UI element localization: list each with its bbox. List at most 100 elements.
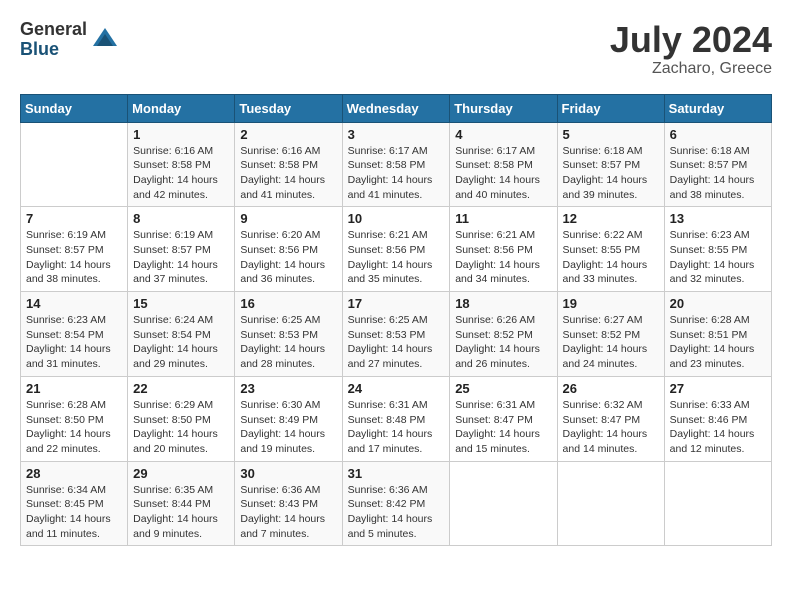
col-wednesday: Wednesday (342, 94, 450, 122)
day-info: Sunrise: 6:24 AMSunset: 8:54 PMDaylight:… (133, 313, 229, 372)
day-info: Sunrise: 6:31 AMSunset: 8:48 PMDaylight:… (348, 398, 445, 457)
day-number: 24 (348, 381, 445, 396)
location: Zacharo, Greece (610, 60, 772, 78)
day-number: 5 (563, 127, 659, 142)
col-friday: Friday (557, 94, 664, 122)
table-row: 2Sunrise: 6:16 AMSunset: 8:58 PMDaylight… (235, 122, 342, 207)
day-info: Sunrise: 6:19 AMSunset: 8:57 PMDaylight:… (26, 228, 122, 287)
day-number: 18 (455, 296, 551, 311)
table-row: 17 Sunrise: 6:25 AMSunset: 8:53 PMDayligh… (342, 292, 450, 377)
logo-general-text: General (20, 20, 87, 40)
day-info: Sunrise: 6:28 AMSunset: 8:51 PMDaylight:… (670, 313, 766, 372)
day-number: 19 (563, 296, 659, 311)
day-number: 6 (670, 127, 766, 142)
day-number: 16 (240, 296, 336, 311)
day-info: Sunrise: 6:30 AMSunset: 8:49 PMDaylight:… (240, 398, 336, 457)
day-info: Sunrise: 6:16 AMSunset: 8:58 PMDaylight:… (240, 144, 336, 203)
table-row: 15 Sunrise: 6:24 AMSunset: 8:54 PMDayligh… (128, 292, 235, 377)
logo-icon (91, 26, 119, 54)
day-number: 27 (670, 381, 766, 396)
table-row: 30 Sunrise: 6:36 AMSunset: 8:43 PMDayligh… (235, 461, 342, 546)
day-info: Sunrise: 6:22 AMSunset: 8:55 PMDaylight:… (563, 228, 659, 287)
table-row: 20 Sunrise: 6:28 AMSunset: 8:51 PMDayligh… (664, 292, 771, 377)
table-row: 3 Sunrise: 6:17 AMSunset: 8:58 PMDaylight… (342, 122, 450, 207)
day-info: Sunrise: 6:32 AMSunset: 8:47 PMDaylight:… (563, 398, 659, 457)
calendar-week-row: 14Sunrise: 6:23 AMSunset: 8:54 PMDayligh… (21, 292, 772, 377)
day-number: 25 (455, 381, 551, 396)
day-number: 14 (26, 296, 122, 311)
logo-blue-text: Blue (20, 40, 87, 60)
day-info: Sunrise: 6:27 AMSunset: 8:52 PMDaylight:… (563, 313, 659, 372)
table-row: 18 Sunrise: 6:26 AMSunset: 8:52 PMDayligh… (450, 292, 557, 377)
table-row: 7 Sunrise: 6:19 AMSunset: 8:57 PMDaylight… (21, 207, 128, 292)
day-number: 13 (670, 211, 766, 226)
col-monday: Monday (128, 94, 235, 122)
table-row: 19 Sunrise: 6:27 AMSunset: 8:52 PMDayligh… (557, 292, 664, 377)
day-info: Sunrise: 6:26 AMSunset: 8:52 PMDaylight:… (455, 313, 551, 372)
day-info: Sunrise: 6:21 AMSunset: 8:56 PMDaylight:… (455, 228, 551, 287)
col-saturday: Saturday (664, 94, 771, 122)
day-info: Sunrise: 6:25 AMSunset: 8:53 PMDaylight:… (348, 313, 445, 372)
table-row (450, 461, 557, 546)
day-number: 17 (348, 296, 445, 311)
table-row: 29 Sunrise: 6:35 AMSunset: 8:44 PMDayligh… (128, 461, 235, 546)
day-number: 10 (348, 211, 445, 226)
table-row: 26 Sunrise: 6:32 AMSunset: 8:47 PMDayligh… (557, 376, 664, 461)
table-row: 10Sunrise: 6:21 AMSunset: 8:56 PMDayligh… (342, 207, 450, 292)
col-thursday: Thursday (450, 94, 557, 122)
title-block: July 2024 Zacharo, Greece (610, 20, 772, 78)
day-info: Sunrise: 6:33 AMSunset: 8:46 PMDaylight:… (670, 398, 766, 457)
calendar-week-row: 28Sunrise: 6:34 AMSunset: 8:45 PMDayligh… (21, 461, 772, 546)
table-row: 11Sunrise: 6:21 AMSunset: 8:56 PMDayligh… (450, 207, 557, 292)
col-sunday: Sunday (21, 94, 128, 122)
day-number: 12 (563, 211, 659, 226)
day-info: Sunrise: 6:28 AMSunset: 8:50 PMDaylight:… (26, 398, 122, 457)
table-row: 25 Sunrise: 6:31 AMSunset: 8:47 PMDayligh… (450, 376, 557, 461)
day-number: 9 (240, 211, 336, 226)
logo: General Blue (20, 20, 119, 60)
day-info: Sunrise: 6:36 AMSunset: 8:42 PMDaylight:… (348, 483, 445, 542)
day-number: 22 (133, 381, 229, 396)
page-header: General Blue July 2024 Zacharo, Greece (20, 20, 772, 78)
table-row: 4 Sunrise: 6:17 AMSunset: 8:58 PMDaylight… (450, 122, 557, 207)
day-number: 30 (240, 466, 336, 481)
day-number: 29 (133, 466, 229, 481)
day-number: 8 (133, 211, 229, 226)
day-number: 20 (670, 296, 766, 311)
day-info: Sunrise: 6:18 AMSunset: 8:57 PMDaylight:… (670, 144, 766, 203)
day-info: Sunrise: 6:36 AMSunset: 8:43 PMDaylight:… (240, 483, 336, 542)
day-info: Sunrise: 6:16 AMSunset: 8:58 PMDaylight:… (133, 144, 229, 203)
day-number: 31 (348, 466, 445, 481)
day-info: Sunrise: 6:20 AMSunset: 8:56 PMDaylight:… (240, 228, 336, 287)
table-row (557, 461, 664, 546)
day-info: Sunrise: 6:17 AMSunset: 8:58 PMDaylight:… (455, 144, 551, 203)
day-number: 21 (26, 381, 122, 396)
day-number: 1 (133, 127, 229, 142)
day-info: Sunrise: 6:17 AMSunset: 8:58 PMDaylight:… (348, 144, 445, 203)
day-info: Sunrise: 6:25 AMSunset: 8:53 PMDaylight:… (240, 313, 336, 372)
day-info: Sunrise: 6:18 AMSunset: 8:57 PMDaylight:… (563, 144, 659, 203)
table-row (664, 461, 771, 546)
day-number: 4 (455, 127, 551, 142)
table-row: 12 Sunrise: 6:22 AMSunset: 8:55 PMDayligh… (557, 207, 664, 292)
day-info: Sunrise: 6:31 AMSunset: 8:47 PMDaylight:… (455, 398, 551, 457)
col-tuesday: Tuesday (235, 94, 342, 122)
table-row: 8Sunrise: 6:19 AMSunset: 8:57 PMDaylight… (128, 207, 235, 292)
table-row: 6 Sunrise: 6:18 AMSunset: 8:57 PMDaylight… (664, 122, 771, 207)
table-row: 9 Sunrise: 6:20 AMSunset: 8:56 PMDaylight… (235, 207, 342, 292)
day-number: 7 (26, 211, 122, 226)
day-info: Sunrise: 6:23 AMSunset: 8:55 PMDaylight:… (670, 228, 766, 287)
day-info: Sunrise: 6:35 AMSunset: 8:44 PMDaylight:… (133, 483, 229, 542)
day-number: 3 (348, 127, 445, 142)
table-row: 5 Sunrise: 6:18 AMSunset: 8:57 PMDaylight… (557, 122, 664, 207)
day-number: 26 (563, 381, 659, 396)
calendar-week-row: 21 Sunrise: 6:28 AMSunset: 8:50 PMDayligh… (21, 376, 772, 461)
day-number: 15 (133, 296, 229, 311)
table-row: 31 Sunrise: 6:36 AMSunset: 8:42 PMDayligh… (342, 461, 450, 546)
header-row: Sunday Monday Tuesday Wednesday Thursday… (21, 94, 772, 122)
table-row: 28Sunrise: 6:34 AMSunset: 8:45 PMDayligh… (21, 461, 128, 546)
month-year: July 2024 (610, 20, 772, 60)
calendar-table: Sunday Monday Tuesday Wednesday Thursday… (20, 94, 772, 547)
table-row (21, 122, 128, 207)
table-row: 16 Sunrise: 6:25 AMSunset: 8:53 PMDayligh… (235, 292, 342, 377)
